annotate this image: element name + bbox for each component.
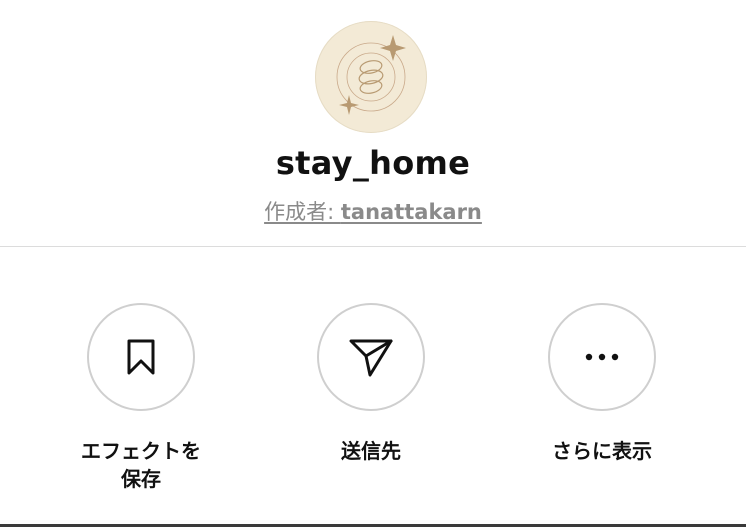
more-icon [585, 353, 619, 361]
creator-link[interactable]: tanattakarn [341, 200, 482, 224]
effect-avatar[interactable] [315, 21, 427, 133]
save-effect-label-line2: 保存 [121, 467, 161, 491]
save-effect-label: エフェクトを 保存 [61, 437, 221, 493]
more-label: さらに表示 [552, 439, 652, 463]
effect-name: stay_home [275, 144, 471, 182]
send-icon [349, 339, 393, 377]
creator-prefix: 作成者: [264, 200, 341, 224]
send-to-circle[interactable] [317, 303, 425, 411]
send-to-button[interactable]: 送信先 [291, 303, 451, 465]
more-circle[interactable] [548, 303, 656, 411]
save-effect-button[interactable]: エフェクトを 保存 [61, 303, 221, 493]
send-to-label: 送信先 [341, 439, 401, 463]
bookmark-icon [127, 339, 155, 375]
divider [0, 246, 746, 247]
save-effect-label-line1: エフェクトを [81, 439, 201, 463]
effect-info-sheet: stay_home 作成者: tanattakarn エフェクトを 保存 送信先 [0, 0, 746, 527]
sparkle-rings-icon [336, 35, 406, 115]
more-button[interactable]: さらに表示 [522, 303, 682, 465]
save-effect-circle[interactable] [87, 303, 195, 411]
creator-line: 作成者: tanattakarn [0, 196, 746, 226]
